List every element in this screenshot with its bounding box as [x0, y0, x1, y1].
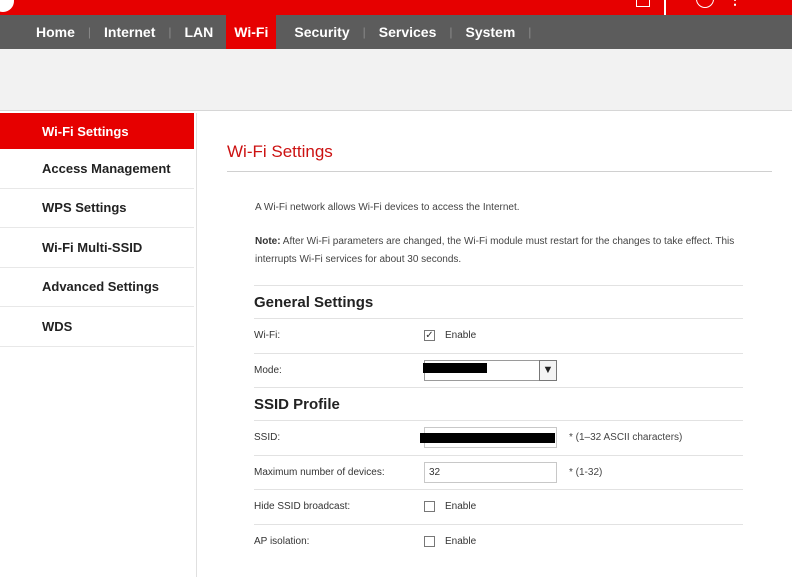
hide-ssid-checkbox[interactable] — [424, 501, 435, 513]
ssid-row: SSID: * (1–32 ASCII characters) — [254, 421, 743, 456]
message-icon[interactable] — [636, 0, 650, 7]
ap-isolation-row: AP isolation: Enable — [254, 525, 743, 560]
ssid-profile-heading: SSID Profile — [254, 388, 743, 421]
wifi-row: Wi-Fi: ✓ Enable — [254, 319, 743, 354]
note-label: Note: — [255, 236, 281, 247]
general-settings-section: General Settings Wi-Fi: ✓ Enable Mode: ▼ — [254, 285, 743, 388]
ssid-hint: * (1–32 ASCII characters) — [569, 432, 683, 444]
wifi-label: Wi-Fi: — [254, 330, 281, 342]
ap-isolation-checkbox[interactable] — [424, 536, 435, 548]
nav-internet[interactable]: Internet — [91, 15, 168, 49]
sidebar-item-wifi-settings[interactable]: Wi-Fi Settings — [0, 113, 194, 149]
hide-ssid-label: Hide SSID broadcast: — [254, 501, 351, 513]
nav-security[interactable]: Security — [281, 15, 362, 49]
max-devices-input[interactable] — [424, 461, 557, 483]
sidebar-item-access-management[interactable]: Access Management — [0, 149, 194, 189]
status-icons: ⋮ — [636, 0, 742, 25]
more-menu-icon[interactable]: ⋮ — [728, 0, 742, 8]
page-title: Wi-Fi Settings — [227, 142, 772, 172]
wifi-enable-label: Enable — [445, 330, 477, 342]
sidebar-item-wps-settings[interactable]: WPS Settings — [0, 189, 194, 228]
general-settings-heading: General Settings — [254, 286, 743, 319]
globe-icon[interactable] — [696, 0, 714, 8]
ssid-field[interactable] — [420, 427, 557, 449]
mode-select[interactable]: ▼ — [423, 359, 557, 381]
main-nav: Home | Internet | LAN Wi-Fi Security | Serv… — [0, 15, 792, 49]
nav-lan[interactable]: LAN — [172, 15, 227, 49]
nav-home[interactable]: Home — [23, 15, 88, 49]
redacted-mode-value — [423, 362, 487, 373]
max-devices-row: Maximum number of devices: * (1-32) — [254, 456, 743, 490]
page-banner — [0, 49, 792, 111]
hide-ssid-enable-label: Enable — [445, 501, 477, 513]
ap-isolation-enable-label: Enable — [445, 536, 477, 548]
sidebar-item-advanced-settings[interactable]: Advanced Settings — [0, 268, 194, 307]
brand-logo — [0, 0, 14, 12]
max-devices-hint: * (1-32) — [569, 466, 603, 478]
wifi-enable-checkbox[interactable]: ✓ — [424, 330, 435, 342]
mode-row: Mode: ▼ — [254, 354, 743, 388]
nav-system[interactable]: System — [452, 15, 528, 49]
ap-isolation-label: AP isolation: — [254, 536, 310, 548]
main-content: Wi-Fi Settings A Wi-Fi network allows Wi… — [227, 113, 772, 559]
nav-services[interactable]: Services — [366, 15, 450, 49]
mode-label: Mode: — [254, 364, 282, 376]
hide-ssid-row: Hide SSID broadcast: Enable — [254, 490, 743, 525]
sidebar-item-wds[interactable]: WDS — [0, 307, 194, 347]
ssid-profile-section: SSID Profile SSID: * (1–32 ASCII charact… — [254, 388, 743, 559]
ssid-label: SSID: — [254, 432, 281, 444]
chevron-down-icon[interactable]: ▼ — [539, 359, 557, 381]
redacted-ssid-value — [420, 433, 555, 444]
nav-separator: | — [528, 25, 532, 39]
top-brand-bar: ⋮ — [0, 0, 792, 25]
signal-strength-icon — [664, 0, 682, 25]
sidebar: Wi-Fi Settings Access Management WPS Set… — [0, 113, 197, 577]
note-text: Note: After Wi-Fi parameters are changed… — [255, 233, 755, 269]
nav-wifi[interactable]: Wi-Fi — [226, 15, 277, 49]
max-devices-label: Maximum number of devices: — [254, 466, 385, 478]
intro-text: A Wi-Fi network allows Wi-Fi devices to … — [255, 202, 520, 213]
note-body: After Wi-Fi parameters are changed, the … — [255, 236, 735, 265]
sidebar-item-wifi-multi-ssid[interactable]: Wi-Fi Multi-SSID — [0, 228, 194, 268]
